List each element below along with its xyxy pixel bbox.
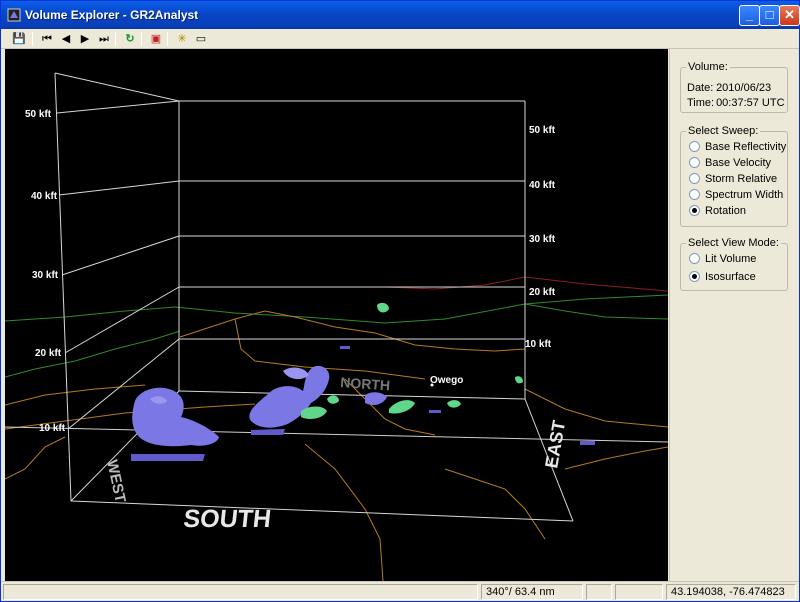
- refresh-icon[interactable]: ↻: [122, 31, 138, 47]
- volume-3d-scene[interactable]: 50 kft 40 kft 30 kft 20 kft 10 kft 50 kf…: [5, 49, 668, 581]
- altitude-label-right: 20 kft: [529, 287, 556, 298]
- sweep-option-spectrum-width[interactable]: Spectrum Width: [689, 189, 783, 203]
- previous-frame-icon[interactable]: ◀: [58, 31, 74, 47]
- direction-north-label: NORTH: [340, 374, 391, 393]
- toolbar-separator: [115, 32, 116, 46]
- altitude-label-right: 10 kft: [525, 339, 552, 350]
- radio-button-selected[interactable]: [689, 271, 700, 282]
- view-mode-option-label: Isosurface: [705, 271, 756, 283]
- last-frame-icon[interactable]: ⏭: [96, 31, 112, 47]
- altitude-label-right: 30 kft: [529, 234, 556, 245]
- radio-button-selected[interactable]: [689, 205, 700, 216]
- volume-frame: [54, 72, 574, 522]
- toolbar-separator: [32, 32, 33, 46]
- toolbar-separator: [167, 32, 168, 46]
- altitude-label-left: 30 kft: [32, 270, 59, 281]
- settings-icon[interactable]: ✳: [174, 31, 190, 47]
- radio-button[interactable]: [689, 253, 700, 264]
- volume-date-row: Date: 2010/06/23: [687, 82, 771, 94]
- date-value: 2010/06/23: [716, 82, 772, 94]
- status-view-angle: 340°/ 63.4 nm: [481, 584, 583, 600]
- next-frame-icon[interactable]: ▶: [77, 31, 93, 47]
- isosurface-green: [301, 302, 523, 419]
- sweep-option-label: Rotation: [705, 205, 746, 217]
- date-label: Date:: [687, 82, 714, 94]
- view-mode-option-label: Lit Volume: [705, 253, 757, 265]
- first-frame-icon[interactable]: ⏮: [39, 31, 55, 47]
- save-icon[interactable]: 💾: [11, 31, 27, 47]
- status-cell-empty: [615, 584, 663, 600]
- sweep-option-label: Spectrum Width: [705, 189, 784, 201]
- city-label: Owego: [430, 375, 463, 386]
- app-window: Volume Explorer - GR2Analyst _ □ ✕ 💾 ⏮ ◀…: [0, 0, 800, 602]
- direction-east-label: EAST: [541, 419, 569, 470]
- time-value: 00:37:57 UTC: [716, 97, 785, 109]
- status-cell-empty: [586, 584, 612, 600]
- toolbar: 💾 ⏮ ◀ ▶ ⏭ ↻ ▣ ✳ ▭: [1, 29, 799, 49]
- select-sweep-group: Select Sweep: Base Reflectivity Base Vel…: [680, 125, 788, 227]
- close-button[interactable]: ✕: [779, 5, 800, 26]
- altitude-labels: 50 kft 40 kft 30 kft 20 kft 10 kft 50 kf…: [25, 109, 556, 434]
- direction-south-label: SOUTH: [182, 505, 272, 533]
- sweep-option-rotation[interactable]: Rotation: [689, 205, 746, 219]
- window-title: Volume Explorer - GR2Analyst: [25, 8, 199, 22]
- volume-group-title: Volume:: [686, 61, 730, 73]
- map-county-lines: [5, 310, 668, 581]
- volume-time-row: Time: 00:37:57 UTC: [687, 97, 785, 109]
- status-bar: 340°/ 63.4 nm 43.194038, -76.474823: [1, 581, 799, 601]
- altitude-label-left: 40 kft: [31, 191, 58, 202]
- toolbar-separator: [141, 32, 142, 46]
- volume-3d-viewport[interactable]: 50 kft 40 kft 30 kft 20 kft 10 kft 50 kf…: [5, 49, 668, 581]
- control-panel: Volume: Date: 2010/06/23 Time: 00:37:57 …: [669, 49, 799, 581]
- altitude-label-right: 50 kft: [529, 125, 556, 136]
- view-mode-group-title: Select View Mode:: [686, 237, 781, 249]
- status-coordinates: 43.194038, -76.474823: [666, 584, 796, 600]
- view-mode-option-lit-volume[interactable]: Lit Volume: [689, 253, 756, 267]
- time-label: Time:: [687, 97, 715, 109]
- sweep-option-label: Storm Relative: [705, 173, 778, 185]
- radio-button[interactable]: [689, 189, 700, 200]
- sweep-option-storm-relative[interactable]: Storm Relative: [689, 173, 777, 187]
- radio-button[interactable]: [689, 141, 700, 152]
- direction-west-label: WEST: [103, 458, 129, 504]
- radio-button[interactable]: [689, 157, 700, 168]
- maximize-button[interactable]: □: [759, 5, 780, 26]
- select-view-mode-group: Select View Mode: Lit Volume Isosurface: [680, 237, 788, 291]
- status-cell-empty: [3, 584, 478, 600]
- altitude-label-right: 40 kft: [529, 180, 556, 191]
- screen-icon[interactable]: ▭: [193, 31, 209, 47]
- title-bar[interactable]: Volume Explorer - GR2Analyst _ □ ✕: [1, 1, 800, 29]
- ground-reference-line: [5, 426, 668, 443]
- sweep-option-base-reflectivity[interactable]: Base Reflectivity: [689, 141, 786, 155]
- radio-button[interactable]: [689, 173, 700, 184]
- sweep-option-label: Base Velocity: [705, 157, 772, 169]
- cube-icon[interactable]: ▣: [148, 31, 164, 47]
- altitude-label-left: 20 kft: [35, 348, 62, 359]
- altitude-label-left: 10 kft: [39, 423, 66, 434]
- volume-info-group: Volume: Date: 2010/06/23 Time: 00:37:57 …: [680, 61, 788, 113]
- app-icon: [7, 8, 21, 22]
- view-mode-option-isosurface[interactable]: Isosurface: [689, 271, 756, 285]
- altitude-label-left: 50 kft: [25, 109, 52, 120]
- sweep-option-base-velocity[interactable]: Base Velocity: [689, 157, 771, 171]
- sweep-option-label: Base Reflectivity: [705, 141, 787, 153]
- minimize-button[interactable]: _: [739, 5, 760, 26]
- sweep-group-title: Select Sweep:: [686, 125, 761, 137]
